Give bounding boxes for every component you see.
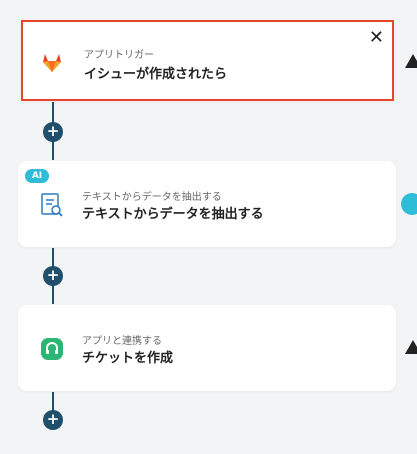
warning-icon <box>405 54 417 68</box>
ticket-app-icon <box>41 338 63 360</box>
trigger-step-card[interactable]: アプリトリガー イシューが作成されたら ✕ <box>21 20 394 101</box>
warning-icon <box>405 340 417 354</box>
step-title: チケットを作成 <box>82 351 174 366</box>
step-subtitle: テキストからデータを抽出する <box>82 192 222 203</box>
check-icon <box>401 193 417 215</box>
close-icon[interactable]: ✕ <box>369 29 384 47</box>
step-title: テキストからデータを抽出する <box>82 207 264 222</box>
step-subtitle: アプリと連携する <box>82 336 162 347</box>
step-title: イシューが作成されたら <box>84 67 228 82</box>
add-step-button[interactable]: + <box>43 266 63 286</box>
action-step-card[interactable]: アプリと連携する チケットを作成 <box>18 305 396 391</box>
ai-badge: AI <box>25 169 49 183</box>
document-search-icon <box>41 193 63 217</box>
ai-step-card[interactable]: テキストからデータを抽出する テキストからデータを抽出する <box>18 161 396 247</box>
add-step-button[interactable]: + <box>43 410 63 430</box>
flow-connector <box>52 392 54 412</box>
gitlab-icon <box>43 54 61 72</box>
add-step-button[interactable]: + <box>43 122 63 142</box>
step-subtitle: アプリトリガー <box>84 50 154 61</box>
